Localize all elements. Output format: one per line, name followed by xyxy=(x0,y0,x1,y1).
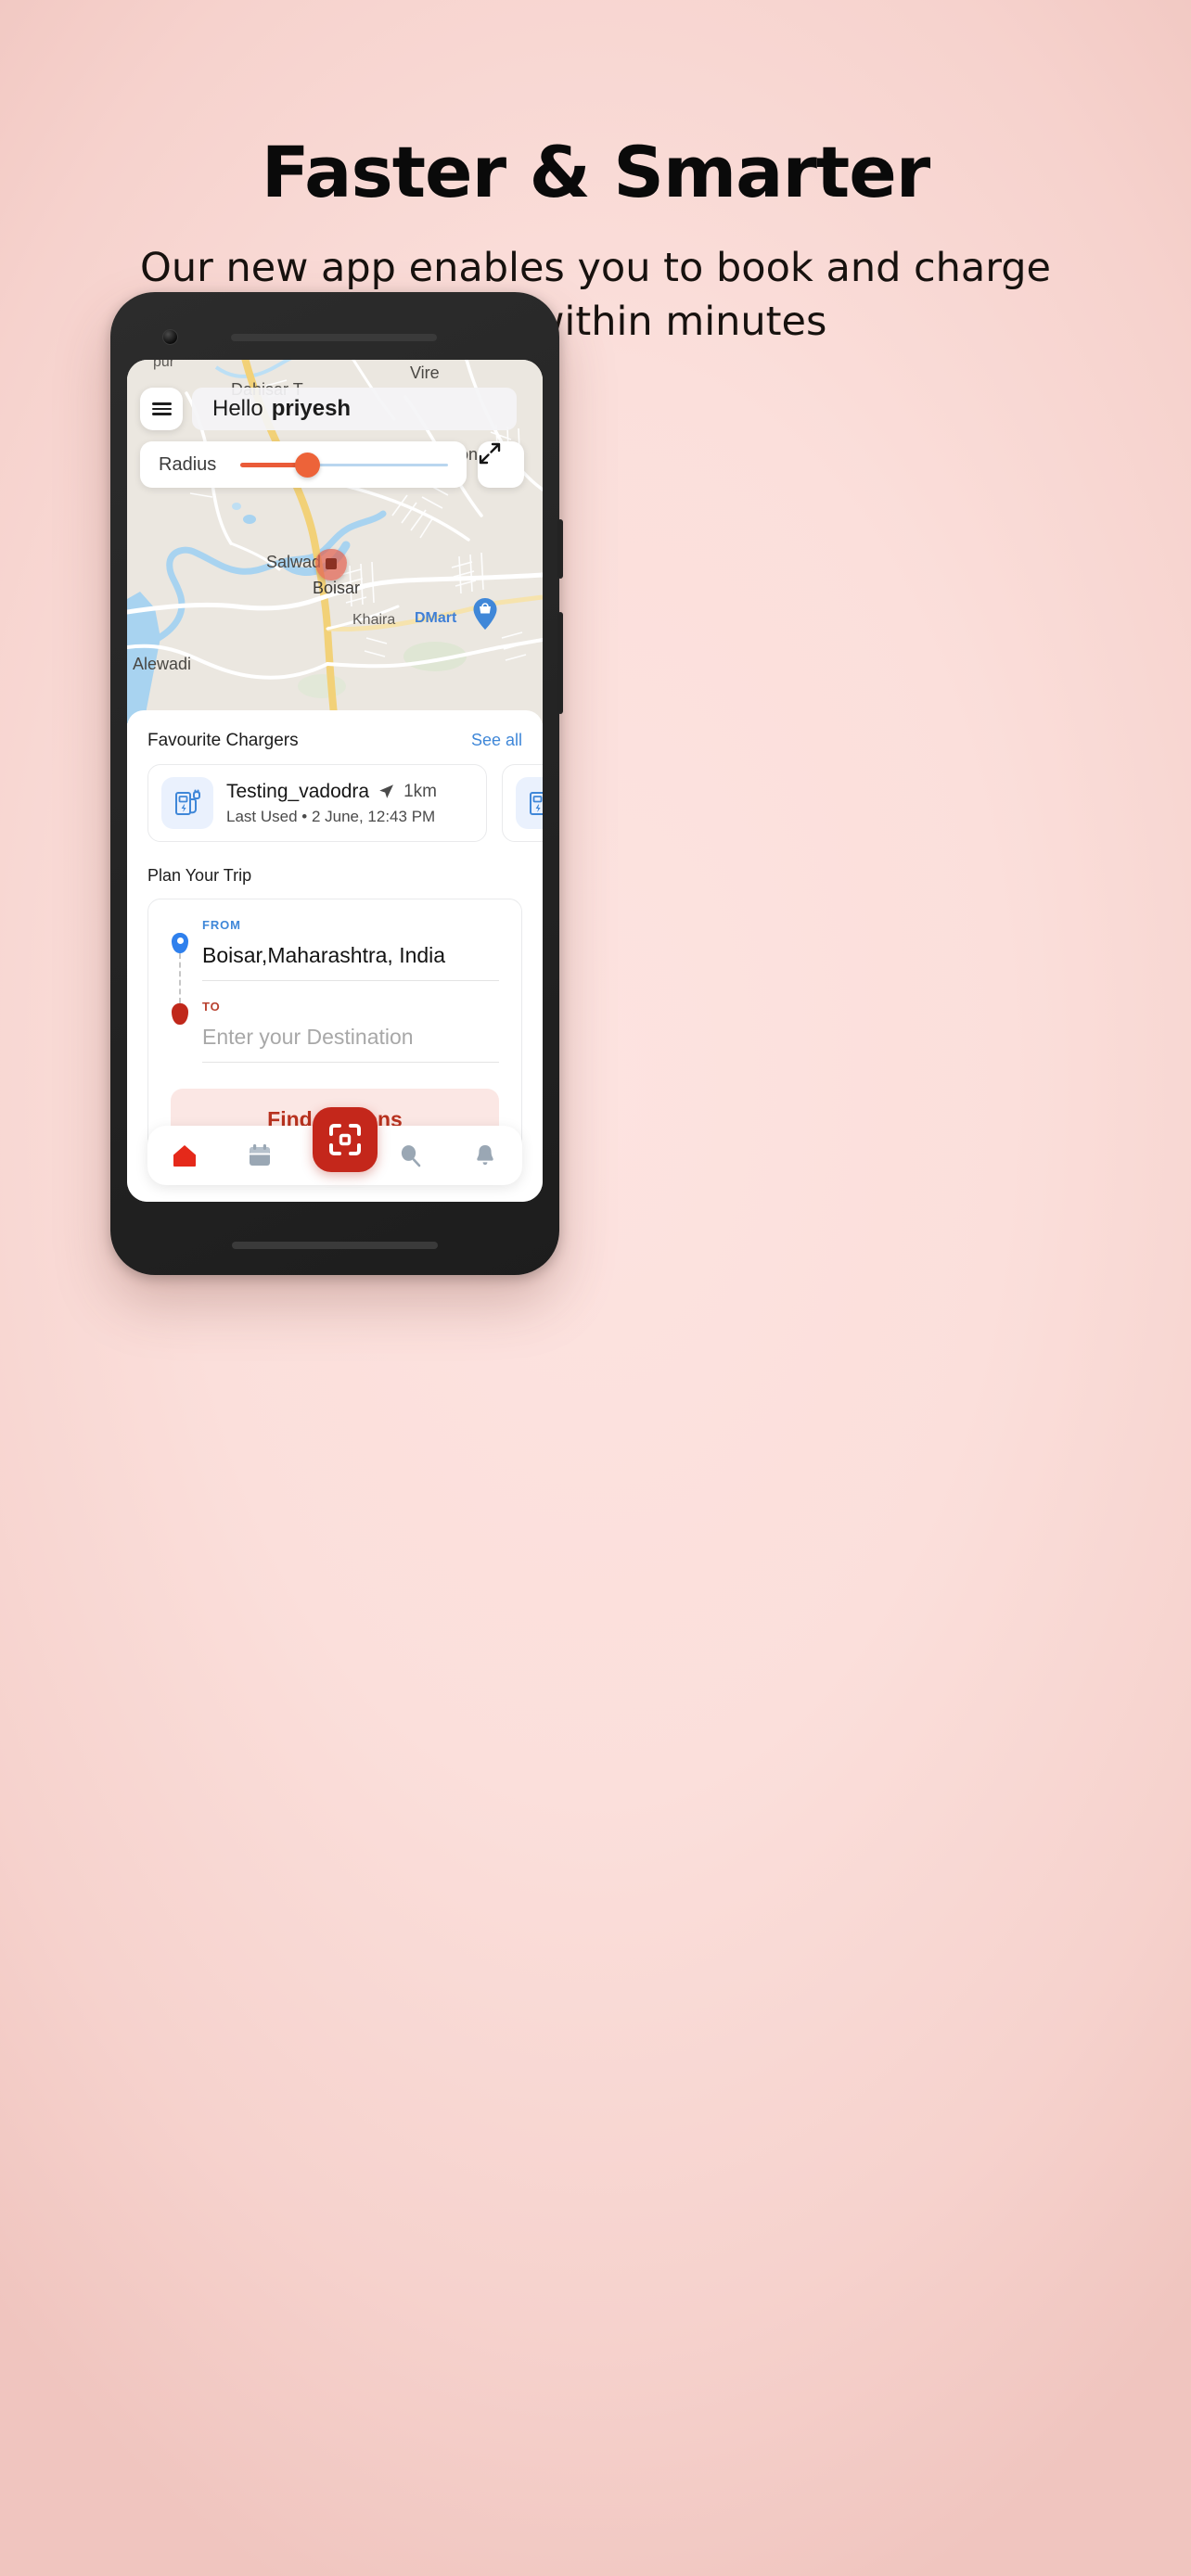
destination-pin-icon xyxy=(172,1003,188,1025)
ev-charger-icon xyxy=(175,789,200,815)
volume-button[interactable] xyxy=(557,612,563,714)
phone-screen: pur Dahisar T Vire Shigaon Salwad Boisar… xyxy=(127,360,543,1202)
from-label: FROM xyxy=(202,918,241,932)
greeting-bar[interactable]: Hello priyesh xyxy=(192,388,517,430)
ev-charger-icon xyxy=(530,792,543,815)
qr-scan-icon xyxy=(329,1124,361,1155)
map-poi-label: DMart xyxy=(415,610,457,626)
to-input[interactable]: Enter your Destination xyxy=(202,1014,499,1063)
nav-item-search[interactable] xyxy=(389,1134,431,1177)
radius-label: Radius xyxy=(159,453,217,475)
see-all-link[interactable]: See all xyxy=(471,731,522,750)
search-icon xyxy=(401,1145,421,1167)
navigation-arrow-icon xyxy=(379,784,394,798)
hamburger-menu-button[interactable] xyxy=(140,388,183,430)
nav-item-home[interactable] xyxy=(163,1134,206,1177)
bottom-navigation xyxy=(127,1107,543,1189)
user-name: priyesh xyxy=(271,396,352,421)
map-label: pur xyxy=(153,360,175,370)
nav-item-scan[interactable] xyxy=(313,1107,378,1172)
map-label: Salwad xyxy=(266,553,322,571)
expand-map-button[interactable] xyxy=(478,441,524,488)
route-dashed-line xyxy=(179,953,188,1003)
favourites-carousel[interactable]: Testing_vadodra 1km Last Used • 2 June, … xyxy=(127,751,543,842)
power-button[interactable] xyxy=(557,519,563,579)
calendar-icon xyxy=(250,1144,271,1166)
map-label: Boisar xyxy=(313,579,361,597)
hamburger-menu-icon xyxy=(151,401,172,418)
to-label: TO xyxy=(202,1000,221,1014)
greeting-prefix: Hello xyxy=(212,396,263,421)
charger-name: Testing_vadodra xyxy=(226,780,370,802)
bell-icon xyxy=(476,1145,493,1166)
favourites-header: Favourite Chargers See all xyxy=(127,731,543,751)
radius-control[interactable]: Radius xyxy=(140,441,467,488)
slider-thumb[interactable] xyxy=(294,453,320,478)
plan-trip-title: Plan Your Trip xyxy=(147,866,252,885)
expand-fullscreen-icon xyxy=(479,442,501,465)
origin-pin-icon xyxy=(172,933,188,953)
map-view[interactable]: pur Dahisar T Vire Shigaon Salwad Boisar… xyxy=(127,360,543,723)
from-input[interactable]: Boisar,Maharashtra, India xyxy=(202,932,499,981)
dmart-poi-pin[interactable] xyxy=(472,597,498,631)
front-camera xyxy=(162,329,178,345)
nav-item-notifications[interactable] xyxy=(464,1134,506,1177)
map-label: Vire xyxy=(410,363,440,382)
ev-charger-icon-wrap xyxy=(516,777,543,829)
nav-item-bookings[interactable] xyxy=(238,1134,281,1177)
map-label: Khaira xyxy=(352,612,396,628)
hero-title: Faster & Smarter xyxy=(261,131,931,213)
charger-distance: 1km xyxy=(403,781,438,801)
map-label: Alewadi xyxy=(133,655,192,673)
ev-charger-icon-wrap xyxy=(161,777,213,829)
earpiece-speaker xyxy=(231,334,437,341)
favourite-charger-card[interactable]: Testing_surat 4km My Charger • 8 May, 09… xyxy=(502,764,543,842)
radius-slider[interactable] xyxy=(240,453,448,478)
favourites-title: Favourite Chargers xyxy=(147,731,299,750)
phone-mockup: pur Dahisar T Vire Shigaon Salwad Boisar… xyxy=(110,292,563,1275)
charger-meta: Last Used • 2 June, 12:43 PM xyxy=(226,807,436,825)
home-icon xyxy=(173,1145,197,1167)
favourite-charger-card[interactable]: Testing_vadodra 1km Last Used • 2 June, … xyxy=(147,764,487,842)
bottom-speaker xyxy=(232,1242,438,1249)
route-rail xyxy=(172,933,188,1025)
favourite-charger-info: Testing_vadodra 1km Last Used • 2 June, … xyxy=(226,781,437,826)
route-fields: FROM Boisar,Maharashtra, India TO Enter … xyxy=(148,918,521,1063)
